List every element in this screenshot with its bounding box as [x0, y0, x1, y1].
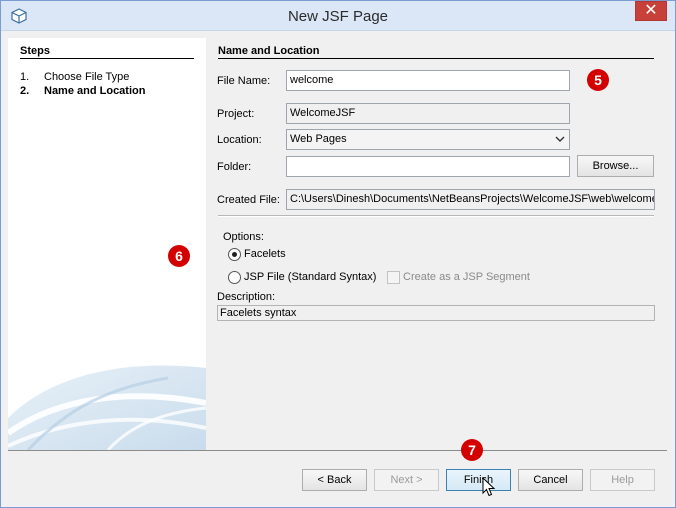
section-divider [218, 58, 654, 59]
jsp-segment-checkbox[interactable] [387, 271, 400, 284]
button-bar-divider [8, 450, 667, 451]
steps-decoration-image [8, 365, 206, 450]
step-name-and-location: 2. Name and Location [20, 85, 145, 97]
description-label: Description: [217, 291, 276, 303]
step-choose-file-type: 1. Choose File Type [20, 71, 129, 83]
description-box: Facelets syntax [217, 305, 655, 321]
location-value: Web Pages [290, 133, 347, 145]
mouse-pointer-icon [482, 477, 496, 497]
steps-divider [20, 58, 194, 59]
facelets-radio[interactable] [228, 248, 241, 261]
folder-label: Folder: [217, 161, 252, 173]
jsp-file-label[interactable]: JSP File (Standard Syntax) [244, 271, 376, 283]
help-button[interactable]: Help [590, 469, 655, 491]
back-button[interactable]: < Back [302, 469, 367, 491]
created-file-label: Created File: [217, 194, 280, 206]
jsp-file-radio[interactable] [228, 271, 241, 284]
window-title: New JSF Page [287, 8, 389, 25]
options-label: Options: [223, 231, 264, 243]
created-file-field: C:\Users\Dinesh\Documents\NetBeansProjec… [286, 189, 655, 210]
location-label: Location: [217, 134, 262, 146]
close-icon: ✕ [644, 2, 658, 19]
project-field: WelcomeJSF [286, 103, 570, 124]
file-name-label: File Name: [217, 75, 271, 87]
next-button[interactable]: Next > [374, 469, 439, 491]
browse-button[interactable]: Browse... [577, 155, 654, 177]
folder-input[interactable] [286, 156, 570, 177]
main-panel: Name and Location File Name: welcome Pro… [206, 38, 666, 450]
step-number: 2. [20, 85, 30, 97]
title-bar[interactable]: New JSF Page ✕ [1, 1, 675, 31]
step-number: 1. [20, 71, 30, 83]
annotation-badge-6: 6 [168, 245, 190, 267]
step-label: Choose File Type [44, 71, 130, 83]
cancel-button[interactable]: Cancel [518, 469, 583, 491]
steps-panel: Steps 1. Choose File Type 2. Name and Loca… [8, 38, 206, 450]
step-label: Name and Location [44, 85, 146, 97]
file-name-input[interactable]: welcome [286, 70, 570, 91]
finish-button[interactable]: Finish [446, 469, 511, 491]
annotation-badge-7: 7 [461, 439, 483, 461]
new-jsf-page-dialog: New JSF Page ✕ Steps 1. Choose File Type … [0, 0, 676, 508]
location-select[interactable]: Web Pages [286, 129, 570, 150]
annotation-badge-5: 5 [587, 69, 609, 91]
options-divider [218, 215, 654, 217]
steps-title: Steps [20, 45, 50, 57]
facelets-label[interactable]: Facelets [244, 248, 286, 260]
jsp-segment-label: Create as a JSP Segment [403, 271, 530, 283]
section-title: Name and Location [218, 45, 320, 57]
project-label: Project: [217, 108, 255, 120]
dropdown-arrow-icon [555, 136, 565, 142]
close-button[interactable]: ✕ [635, 1, 667, 21]
